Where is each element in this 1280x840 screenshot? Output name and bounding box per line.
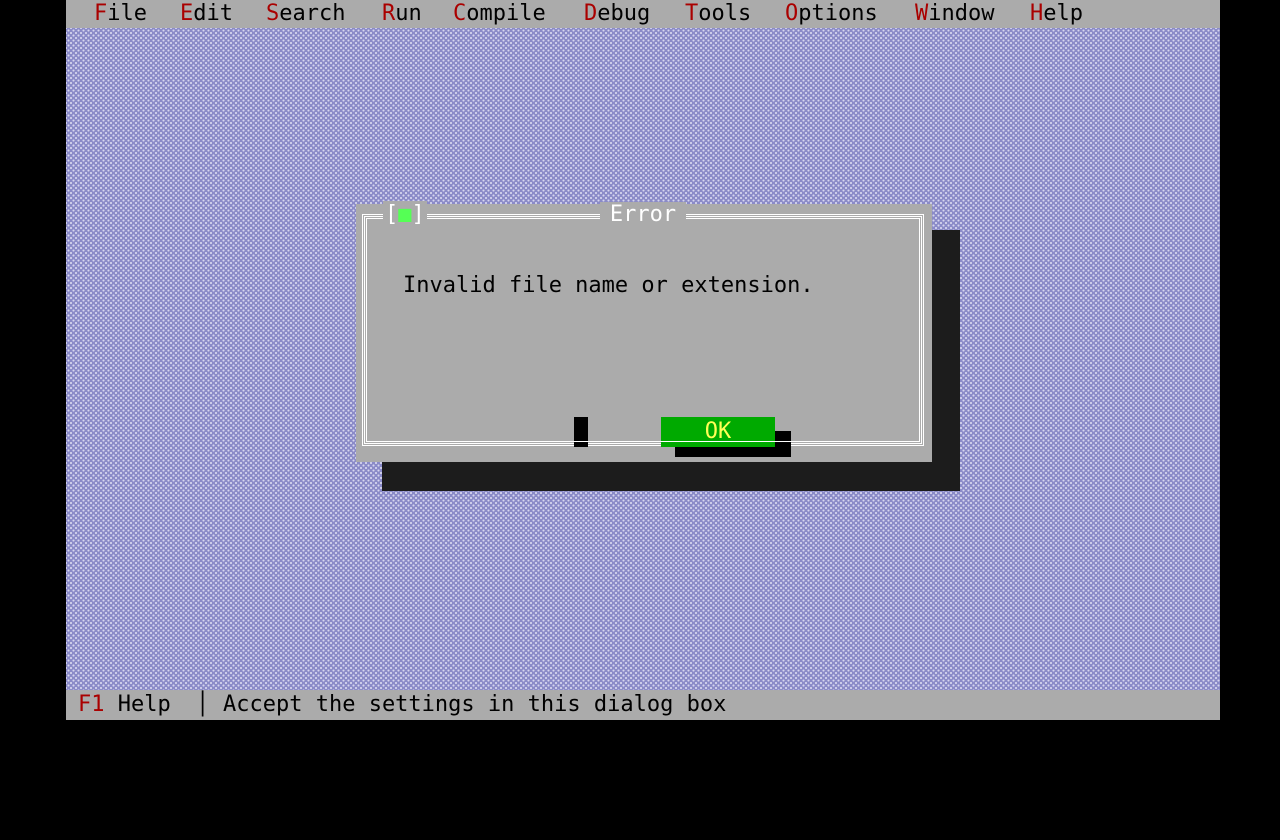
menu-hotkey: W <box>915 1 929 26</box>
menu-help[interactable]: Help <box>1030 0 1083 28</box>
menu-label: ebug <box>597 1 651 26</box>
menu-bar: File Edit Search Run Compile Debug Tools… <box>66 0 1220 28</box>
menu-file[interactable]: File <box>94 0 147 28</box>
status-key-label: Help <box>104 692 171 717</box>
menu-debug[interactable]: Debug <box>584 0 650 28</box>
menu-search[interactable]: Search <box>266 0 345 28</box>
status-key: F1 <box>78 692 105 717</box>
menu-hotkey: O <box>785 1 799 26</box>
menu-options[interactable]: Options <box>785 0 878 28</box>
menu-hotkey: R <box>382 1 396 26</box>
status-help-hint[interactable]: F1 Help <box>78 690 171 720</box>
menu-label: dit <box>193 1 233 26</box>
menu-hotkey: D <box>584 1 598 26</box>
status-bar: F1 Help │ Accept the settings in this di… <box>66 690 1220 720</box>
menu-hotkey: H <box>1030 1 1044 26</box>
menu-label: elp <box>1043 1 1083 26</box>
text-cursor <box>574 417 588 447</box>
menu-hotkey: T <box>685 1 699 26</box>
menu-label: ptions <box>798 1 878 26</box>
error-dialog: [■] Error Invalid file name or extension… <box>356 201 932 462</box>
dialog-frame: [■] Error Invalid file name or extension… <box>362 201 924 457</box>
menu-edit[interactable]: Edit <box>180 0 233 28</box>
menu-run[interactable]: Run <box>382 0 422 28</box>
menu-compile[interactable]: Compile <box>453 0 546 28</box>
menu-hotkey: F <box>94 1 108 26</box>
menu-hotkey: S <box>266 1 280 26</box>
menu-hotkey: E <box>180 1 194 26</box>
status-hint: Accept the settings in this dialog box <box>223 692 727 717</box>
menu-label: indow <box>928 1 995 26</box>
menu-label: ools <box>698 1 752 26</box>
menu-window[interactable]: Window <box>915 0 994 28</box>
dialog-title-bar: Error <box>365 201 921 229</box>
menu-label: ile <box>107 1 147 26</box>
menu-label: ompile <box>466 1 546 26</box>
ok-button[interactable]: OK <box>661 417 775 447</box>
dialog-title: Error <box>599 202 687 227</box>
menu-label: un <box>395 1 422 26</box>
menu-tools[interactable]: Tools <box>685 0 751 28</box>
status-separator: │ <box>196 692 210 717</box>
menu-label: earch <box>279 1 346 26</box>
error-message: Invalid file name or extension. <box>403 273 814 298</box>
menu-hotkey: C <box>453 1 467 26</box>
ide-screen: File Edit Search Run Compile Debug Tools… <box>66 0 1220 720</box>
